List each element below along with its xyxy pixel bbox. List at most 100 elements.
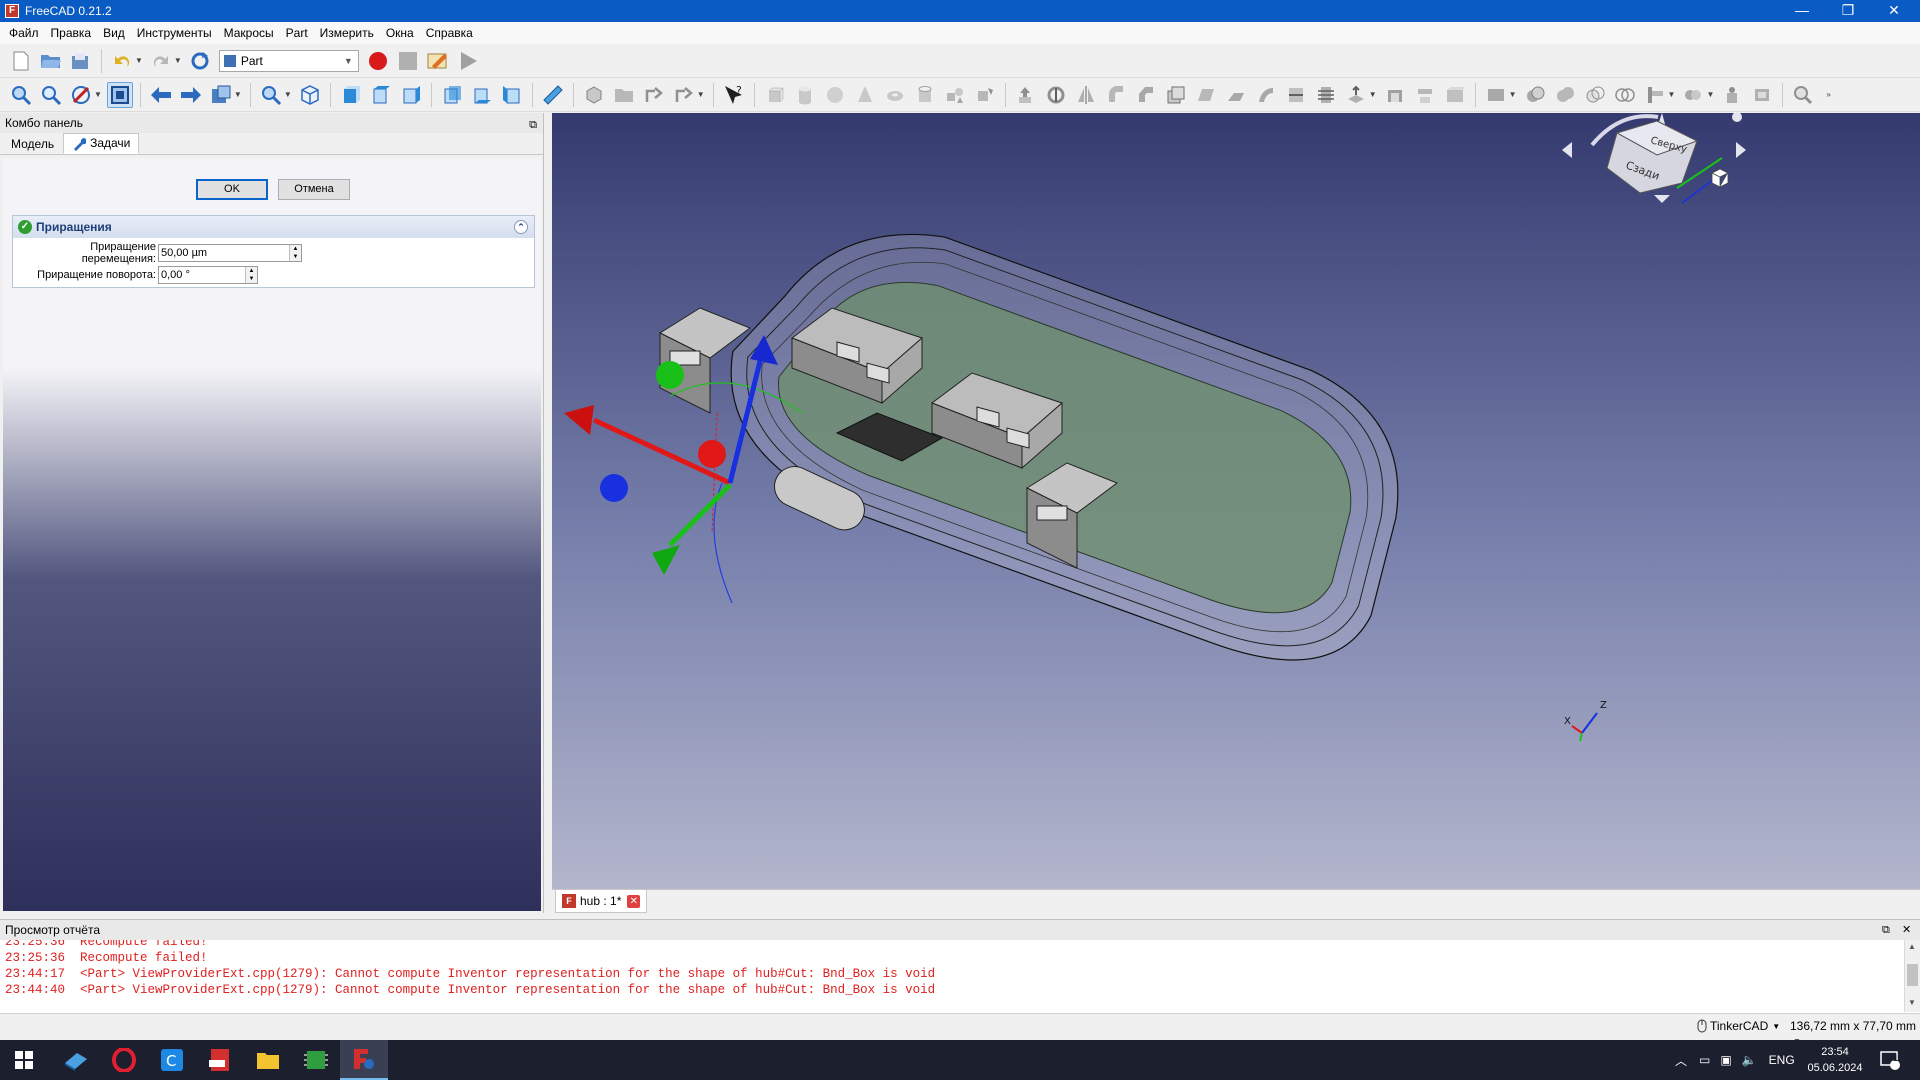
compound-button[interactable] [1442,82,1468,108]
cylinder-button[interactable] [792,82,818,108]
chamfer-button[interactable] [1133,82,1159,108]
menu-part[interactable]: Part [280,22,314,44]
box-button[interactable] [762,82,788,108]
new-file-button[interactable] [8,48,34,74]
taskbar-freecad[interactable] [340,1040,388,1080]
draw-style-button[interactable] [68,82,94,108]
sync-view-button[interactable] [208,82,234,108]
menu-windows[interactable]: Окна [380,22,420,44]
scroll-down-arrow-icon[interactable]: ▼ [1908,998,1916,1007]
undock-icon[interactable]: ⧉ [529,115,537,135]
tube-button[interactable] [912,82,938,108]
right-view-button[interactable] [398,82,424,108]
view-menu-cube-icon[interactable] [1711,168,1729,188]
top-view-button[interactable] [368,82,394,108]
nav-left-arrow-icon[interactable] [1562,142,1572,158]
cancel-button[interactable]: Отмена [278,179,350,200]
menu-measure[interactable]: Измерить [314,22,380,44]
forward-button[interactable] [178,82,204,108]
close-button[interactable]: ✕ [1872,0,1916,22]
primitives-button[interactable] [942,82,968,108]
macro-editor-button[interactable] [425,48,451,74]
nav-right-arrow-icon[interactable] [1736,142,1746,158]
part-create-button[interactable] [581,82,607,108]
link-make-button[interactable] [641,82,667,108]
sphere-button[interactable] [822,82,848,108]
navigation-style-selector[interactable]: TinkerCAD ▼ [1697,1019,1780,1033]
fillet-button[interactable] [1103,82,1129,108]
group-create-button[interactable] [611,82,637,108]
fuse-button[interactable] [1552,82,1578,108]
ruled-surface-button[interactable] [1193,82,1219,108]
projection-button[interactable] [1412,82,1438,108]
measure-linear-button[interactable] [1790,82,1816,108]
spin-arrows-icon[interactable]: ▲ ▼ [289,245,301,261]
isometric-view-button[interactable] [297,82,323,108]
common-button[interactable] [1582,82,1608,108]
redo-dropdown-arrow-icon[interactable]: ▼ [174,56,182,65]
zoom-button[interactable] [258,82,284,108]
section-button[interactable] [1283,82,1309,108]
redo-button[interactable] [148,48,174,74]
toolbar-overflow-icon[interactable]: » [1826,90,1830,99]
link-actions-button[interactable] [671,82,697,108]
3d-scene[interactable]: Сверху Сзади Z X [552,113,1920,889]
whats-this-button[interactable]: ? [721,82,747,108]
restore-button[interactable]: ❐ [1826,0,1870,22]
bounding-box-button[interactable] [106,81,133,108]
mirror-button[interactable] [1073,82,1099,108]
tab-tasks[interactable]: Задачи [63,133,140,154]
collapse-icon[interactable]: ⌃ [514,220,528,234]
scroll-up-arrow-icon[interactable]: ▲ [1908,942,1916,951]
document-tab[interactable]: F hub : 1* ✕ [555,890,648,913]
3d-viewport[interactable]: Сверху Сзади Z X [552,113,1920,889]
open-file-button[interactable] [38,48,64,74]
fit-all-button[interactable] [8,82,34,108]
tray-expand-icon[interactable]: ︿ [1675,1052,1687,1069]
usb-device-icon[interactable]: ▭ [1699,1053,1710,1067]
menu-tools[interactable]: Инструменты [131,22,218,44]
offset-button[interactable] [1343,82,1369,108]
menu-view[interactable]: Вид [97,22,131,44]
scroll-thumb[interactable] [1907,964,1918,986]
taskbar-kicad[interactable] [292,1040,340,1080]
report-scrollbar[interactable]: ▲ ▼ [1904,940,1920,1012]
move-increment-spinbox[interactable]: 50,00 µm ▲ ▼ [158,244,302,262]
network-icon[interactable]: ▣ [1720,1053,1731,1067]
sweep-button[interactable] [1253,82,1279,108]
measure-button[interactable] [540,82,566,108]
loft-button[interactable] [1223,82,1249,108]
report-log[interactable]: 23:25:36 Recompute failed! 23:25:36 Reco… [0,940,1904,1012]
make-face-button[interactable] [1163,82,1189,108]
undo-dropdown-arrow-icon[interactable]: ▼ [135,56,143,65]
left-view-button[interactable] [499,82,525,108]
split-button[interactable] [1680,82,1706,108]
nav-down-arrow-icon[interactable] [1654,195,1670,203]
taskbar-pdf[interactable] [196,1040,244,1080]
nav-menu-icon[interactable] [1732,113,1742,122]
undock-report-icon[interactable]: ⧉ [1882,920,1890,940]
start-button[interactable] [0,1040,48,1080]
navigation-cube[interactable]: Сверху Сзади [1562,113,1746,204]
run-macro-button[interactable] [455,48,481,74]
menu-edit[interactable]: Правка [45,22,98,44]
revolve-button[interactable] [1043,82,1069,108]
menu-file[interactable]: Файл [3,22,45,44]
back-button[interactable] [148,82,174,108]
notification-center-button[interactable]: 1 [1880,1040,1902,1080]
front-view-button[interactable] [338,82,364,108]
menu-macros[interactable]: Макросы [218,22,280,44]
taskbar-explorer[interactable] [244,1040,292,1080]
minimize-button[interactable]: — [1780,0,1824,22]
defeaturing-button[interactable] [1749,82,1775,108]
language-indicator[interactable]: ENG [1769,1053,1795,1067]
join-features-button[interactable] [1642,82,1668,108]
extrude-button[interactable] [1013,82,1039,108]
clock[interactable]: 23:54 05.06.2024 [1800,1044,1870,1076]
save-button[interactable] [68,48,94,74]
taskbar-app-c[interactable]: C [148,1040,196,1080]
taskbar-opera[interactable] [100,1040,148,1080]
fit-selection-button[interactable] [38,82,64,108]
intersection-button[interactable] [1612,82,1638,108]
tab-model[interactable]: Модель [2,133,63,154]
